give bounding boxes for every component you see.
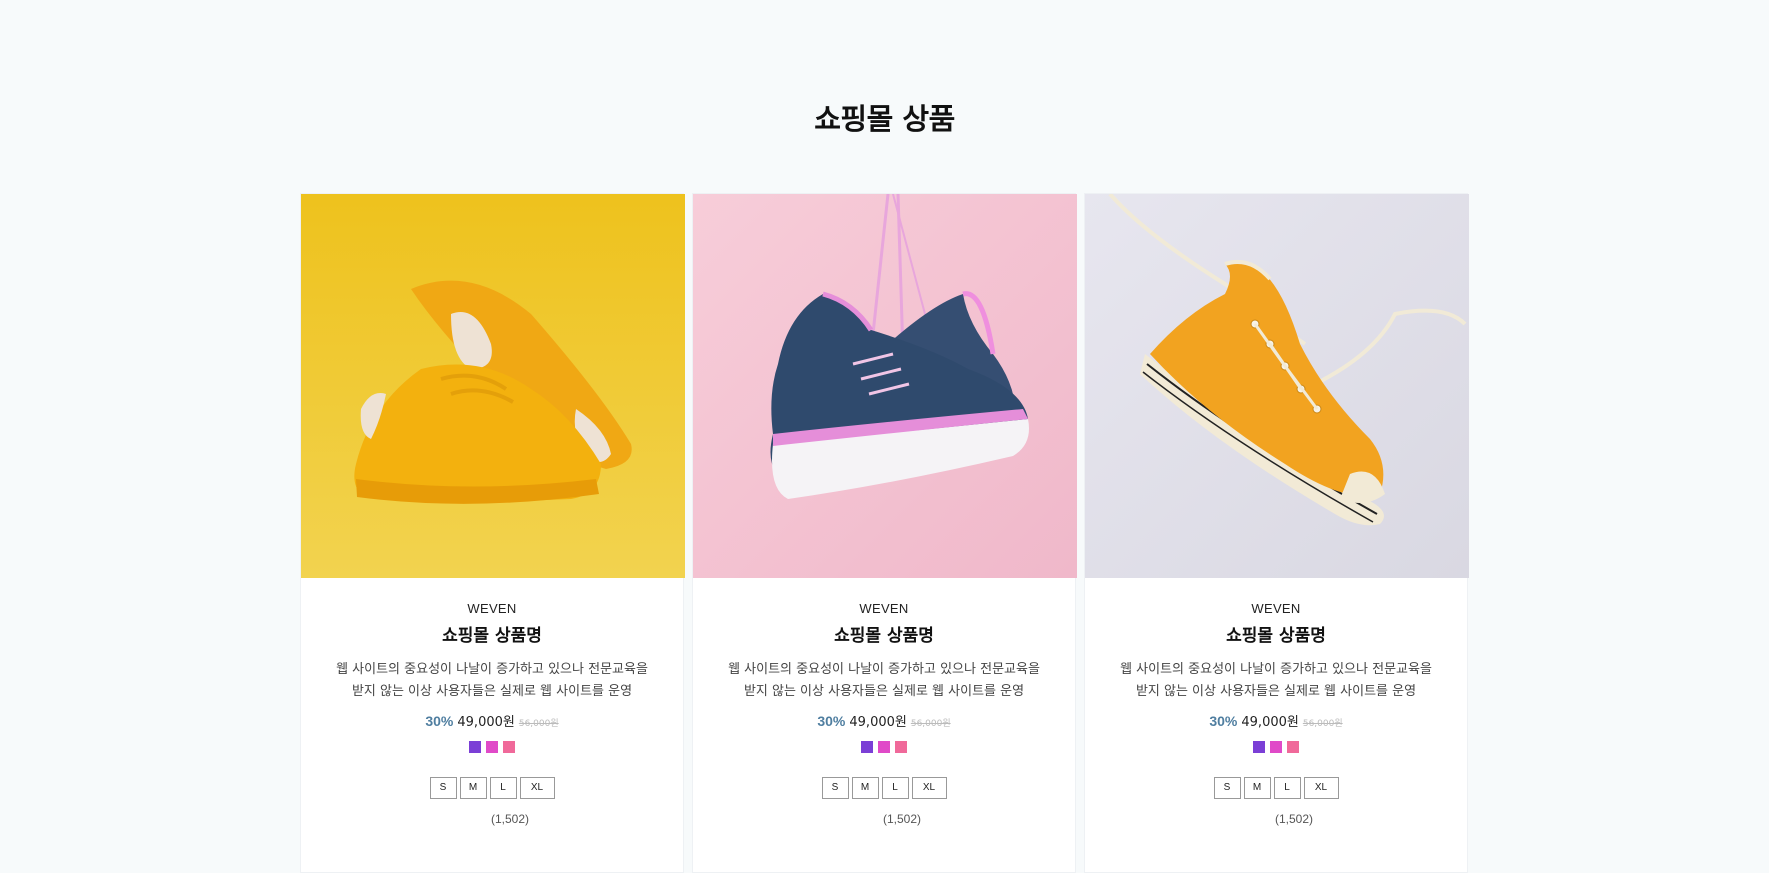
color-swatch-purple[interactable] xyxy=(861,741,873,753)
product-image[interactable] xyxy=(1085,194,1469,578)
size-option-m[interactable]: M xyxy=(1243,777,1271,799)
price-row: 30% 49,000원 56,000원 xyxy=(1085,711,1467,731)
product-name[interactable]: 쇼핑몰 상품명 xyxy=(693,626,1075,646)
size-option-m[interactable]: M xyxy=(459,777,487,799)
size-option-l[interactable]: L xyxy=(881,777,909,799)
size-options: S M L XL xyxy=(1085,777,1467,799)
product-image[interactable] xyxy=(693,194,1077,578)
price-row: 30% 49,000원 56,000원 xyxy=(693,711,1075,731)
color-swatch-pink[interactable] xyxy=(1287,741,1299,753)
product-brand: WEVEN xyxy=(859,601,909,616)
review-count: (1,502) xyxy=(490,812,530,826)
section-title: 쇼핑몰 상품 xyxy=(814,102,955,136)
description-line: 웹 사이트의 중요성이 나날이 증가하고 있으나 전문교육을 xyxy=(1120,662,1432,677)
size-option-s[interactable]: S xyxy=(429,777,457,799)
color-swatch-purple[interactable] xyxy=(469,741,481,753)
size-option-s[interactable]: S xyxy=(821,777,849,799)
color-swatch-pink[interactable] xyxy=(503,741,515,753)
original-price: 56,000원 xyxy=(1302,719,1343,729)
color-swatch-magenta[interactable] xyxy=(878,741,890,753)
product-name[interactable]: 쇼핑몰 상품명 xyxy=(1085,626,1467,646)
product-card[interactable]: WEVEN 쇼핑몰 상품명 웹 사이트의 중요성이 나날이 증가하고 있으나 전… xyxy=(1084,193,1469,873)
product-card[interactable]: WEVEN 쇼핑몰 상품명 웹 사이트의 중요성이 나날이 증가하고 있으나 전… xyxy=(300,193,685,873)
description-line: 받지 않는 이상 사용자들은 실제로 웹 사이트를 운영 xyxy=(743,684,1025,699)
color-options xyxy=(1085,741,1467,753)
discount-rate: 30% xyxy=(425,713,454,729)
color-swatch-purple[interactable] xyxy=(1253,741,1265,753)
product-grid: WEVEN 쇼핑몰 상품명 웹 사이트의 중요성이 나날이 증가하고 있으나 전… xyxy=(300,193,1469,873)
original-price: 56,000원 xyxy=(518,719,559,729)
product-brand: WEVEN xyxy=(467,601,517,616)
color-swatch-magenta[interactable] xyxy=(1270,741,1282,753)
product-card[interactable]: WEVEN 쇼핑몰 상품명 웹 사이트의 중요성이 나날이 증가하고 있으나 전… xyxy=(692,193,1077,873)
sale-price: 49,000원 xyxy=(849,715,907,730)
price-row: 30% 49,000원 56,000원 xyxy=(301,711,683,731)
size-option-m[interactable]: M xyxy=(851,777,879,799)
color-options xyxy=(693,741,1075,753)
original-price: 56,000원 xyxy=(910,719,951,729)
size-option-xl[interactable]: XL xyxy=(519,777,555,799)
sale-price: 49,000원 xyxy=(1241,715,1299,730)
description-line: 받지 않는 이상 사용자들은 실제로 웹 사이트를 운영 xyxy=(1135,684,1417,699)
size-option-xl[interactable]: XL xyxy=(911,777,947,799)
product-image[interactable] xyxy=(301,194,685,578)
product-description: 웹 사이트의 중요성이 나날이 증가하고 있으나 전문교육을 받지 않는 이상 … xyxy=(1085,659,1467,703)
review-count: (1,502) xyxy=(1274,812,1314,826)
size-option-xl[interactable]: XL xyxy=(1303,777,1339,799)
size-options: S M L XL xyxy=(301,777,683,799)
description-line: 웹 사이트의 중요성이 나날이 증가하고 있으나 전문교육을 xyxy=(336,662,648,677)
review-count: (1,502) xyxy=(882,812,922,826)
product-brand: WEVEN xyxy=(1251,601,1301,616)
discount-rate: 30% xyxy=(1209,713,1238,729)
color-options xyxy=(301,741,683,753)
sale-price: 49,000원 xyxy=(457,715,515,730)
size-option-l[interactable]: L xyxy=(1273,777,1301,799)
size-option-l[interactable]: L xyxy=(489,777,517,799)
color-swatch-pink[interactable] xyxy=(895,741,907,753)
product-name[interactable]: 쇼핑몰 상품명 xyxy=(301,626,683,646)
product-description: 웹 사이트의 중요성이 나날이 증가하고 있으나 전문교육을 받지 않는 이상 … xyxy=(693,659,1075,703)
description-line: 받지 않는 이상 사용자들은 실제로 웹 사이트를 운영 xyxy=(351,684,633,699)
discount-rate: 30% xyxy=(817,713,846,729)
size-option-s[interactable]: S xyxy=(1213,777,1241,799)
color-swatch-magenta[interactable] xyxy=(486,741,498,753)
product-description: 웹 사이트의 중요성이 나날이 증가하고 있으나 전문교육을 받지 않는 이상 … xyxy=(301,659,683,703)
description-line: 웹 사이트의 중요성이 나날이 증가하고 있으나 전문교육을 xyxy=(728,662,1040,677)
size-options: S M L XL xyxy=(693,777,1075,799)
